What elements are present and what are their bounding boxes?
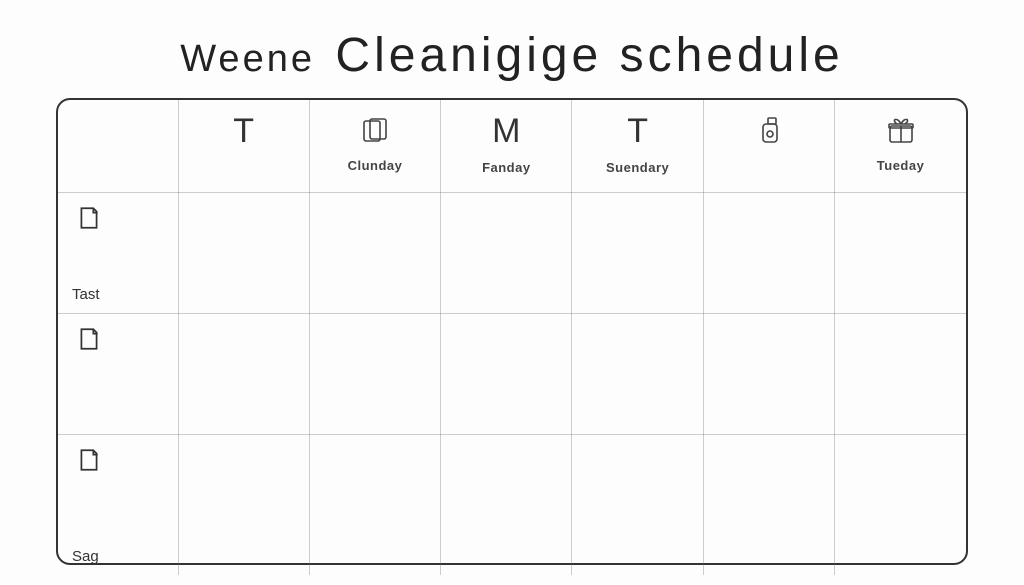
header-col-3: M Fanday bbox=[441, 100, 572, 193]
row-header-3: Sag bbox=[58, 435, 178, 576]
cell bbox=[309, 314, 440, 435]
cell bbox=[178, 193, 309, 314]
task-row-2 bbox=[58, 314, 966, 435]
cell bbox=[441, 435, 572, 576]
bottle-icon bbox=[704, 114, 834, 146]
day-letter: T bbox=[179, 114, 309, 148]
note-icon bbox=[76, 205, 102, 236]
day-sublabel: Tueday bbox=[835, 158, 966, 173]
card-icon bbox=[310, 114, 440, 146]
cell bbox=[835, 314, 966, 435]
cell bbox=[309, 193, 440, 314]
task-row-3: Sag bbox=[58, 435, 966, 576]
row-label: Tast bbox=[72, 286, 100, 303]
header-col-2: Clunday bbox=[309, 100, 440, 193]
cell bbox=[178, 314, 309, 435]
schedule-table: T Clunday M Fanday T Suendary bbox=[58, 100, 966, 575]
gift-icon bbox=[835, 114, 966, 146]
title-prefix: Weene bbox=[180, 38, 315, 80]
row-label: Sag bbox=[72, 548, 99, 565]
header-col-5 bbox=[703, 100, 834, 193]
note-icon bbox=[76, 447, 102, 478]
note-icon bbox=[76, 326, 102, 357]
task-row-1: Tast bbox=[58, 193, 966, 314]
day-sublabel: Clunday bbox=[310, 158, 440, 173]
cell bbox=[572, 435, 703, 576]
title-main: Cleanigige schedule bbox=[335, 29, 843, 82]
cell bbox=[572, 193, 703, 314]
header-col-6: Tueday bbox=[835, 100, 966, 193]
schedule-page: Weene Cleanigige schedule T Clunday bbox=[0, 0, 1024, 585]
cell bbox=[703, 193, 834, 314]
cell bbox=[703, 435, 834, 576]
day-letter: T bbox=[572, 114, 702, 148]
cell bbox=[835, 435, 966, 576]
header-col-4: T Suendary bbox=[572, 100, 703, 193]
cell bbox=[835, 193, 966, 314]
row-header-1: Tast bbox=[58, 193, 178, 314]
cell bbox=[441, 314, 572, 435]
cell bbox=[441, 193, 572, 314]
page-title: Weene Cleanigige schedule bbox=[0, 0, 1024, 93]
header-col-1: T bbox=[178, 100, 309, 193]
cell bbox=[309, 435, 440, 576]
day-sublabel: Suendary bbox=[572, 160, 702, 175]
schedule-grid: T Clunday M Fanday T Suendary bbox=[56, 98, 968, 565]
header-row: T Clunday M Fanday T Suendary bbox=[58, 100, 966, 193]
cell bbox=[703, 314, 834, 435]
cell bbox=[572, 314, 703, 435]
cell bbox=[178, 435, 309, 576]
day-letter: M bbox=[441, 114, 571, 148]
row-header-2 bbox=[58, 314, 178, 435]
day-sublabel: Fanday bbox=[441, 160, 571, 175]
header-blank bbox=[58, 100, 178, 193]
